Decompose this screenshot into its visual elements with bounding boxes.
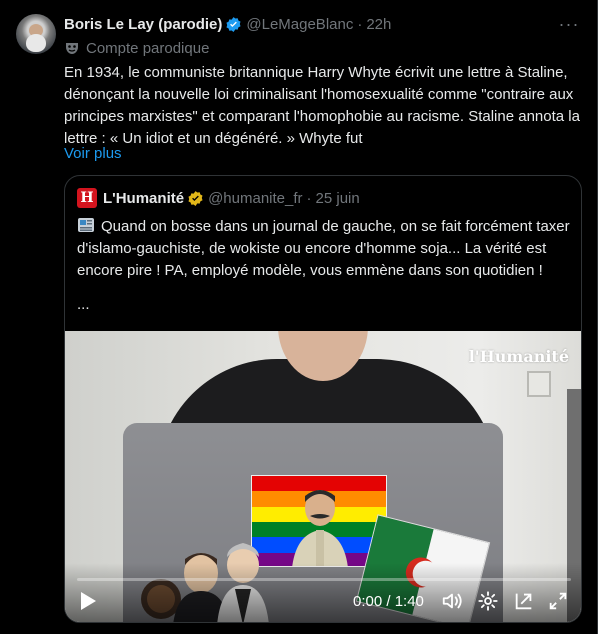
more-options-icon[interactable]: ···	[557, 12, 581, 36]
portrait-figure	[292, 490, 348, 566]
quoted-tweet-header: H L'Humanité @humanite_fr · 25 juin	[77, 188, 360, 208]
volume-icon[interactable]	[441, 590, 463, 612]
video-watermark: l'Humanité	[468, 347, 569, 366]
quoted-separator-dot: ·	[306, 189, 312, 207]
quoted-tweet-text: Quand on bosse dans un journal de gauche…	[77, 216, 571, 282]
avatar[interactable]	[16, 14, 56, 54]
fullscreen-icon[interactable]	[547, 590, 569, 612]
parody-mask-icon	[66, 43, 78, 54]
parody-label-text: Compte parodique	[86, 39, 210, 57]
display-name[interactable]: Boris Le Lay (parodie)	[64, 16, 222, 33]
wall-switch	[527, 371, 551, 397]
video-controls	[65, 563, 581, 622]
newspaper-icon	[78, 218, 94, 232]
quoted-ellipsis: ...	[77, 296, 90, 313]
separator-dot: ·	[357, 15, 363, 33]
parody-label: Compte parodique	[64, 38, 209, 58]
quoted-display-name[interactable]: L'Humanité	[103, 190, 184, 207]
quoted-timestamp[interactable]: 25 juin	[316, 190, 360, 207]
tweet-text: En 1934, le communiste britannique Harry…	[64, 64, 580, 147]
quoted-handle[interactable]: @humanite_fr	[208, 190, 302, 207]
quoted-tweet[interactable]: H L'Humanité @humanite_fr · 25 juin Quan…	[64, 175, 582, 623]
show-more-link[interactable]: Voir plus	[64, 143, 122, 165]
avatar-beard	[26, 34, 46, 52]
handle[interactable]: @LeMageBlanc	[246, 16, 353, 33]
verified-badge-icon	[226, 16, 241, 32]
verified-org-badge-icon	[188, 190, 203, 206]
quoted-tweet-body: Quand on bosse dans un journal de gauche…	[77, 218, 570, 279]
gear-icon[interactable]	[477, 590, 499, 612]
tweet-header: Boris Le Lay (parodie) @LeMageBlanc · 22…	[64, 14, 581, 34]
timestamp[interactable]: 22h	[366, 16, 391, 33]
play-icon[interactable]	[79, 591, 97, 611]
tweet[interactable]: Boris Le Lay (parodie) @LeMageBlanc · 22…	[0, 0, 598, 634]
video-timecode: 0:00 / 1:40	[353, 593, 424, 610]
picture-in-picture-icon[interactable]	[513, 590, 535, 612]
humanite-logo-icon[interactable]: H	[77, 188, 97, 208]
video-progress-bar[interactable]	[77, 578, 571, 581]
video-player[interactable]: l'Humanité 0:00 / 1:40	[65, 331, 581, 622]
